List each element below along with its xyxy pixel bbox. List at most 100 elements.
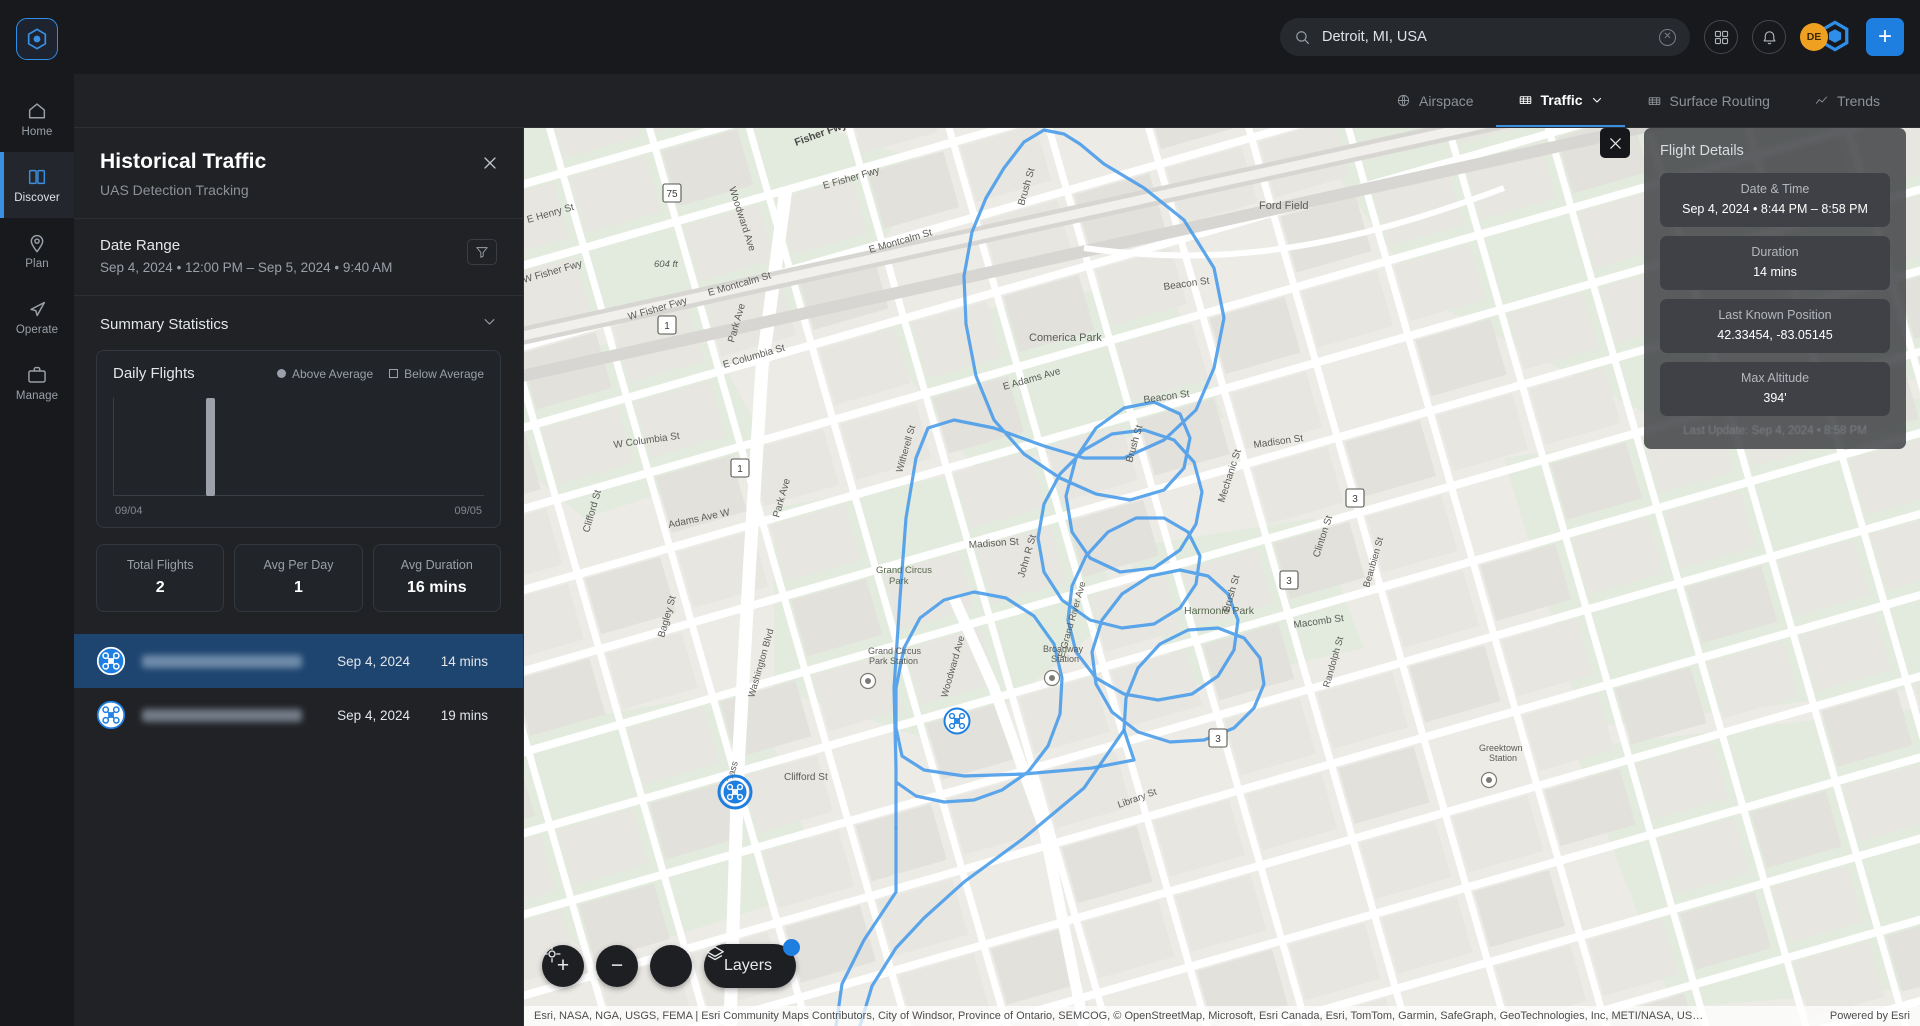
notifications-button[interactable] bbox=[1752, 20, 1786, 54]
book-open-icon bbox=[26, 166, 48, 188]
panel-subtitle: UAS Detection Tracking bbox=[100, 182, 249, 198]
filter-button[interactable] bbox=[467, 239, 497, 265]
drone-icon bbox=[96, 646, 126, 676]
map-label: Grand Circus bbox=[868, 646, 922, 656]
app-root: Home Discover Plan Operate Manage ✕ bbox=[0, 0, 1920, 1026]
chart-x-tick-label: 09/05 bbox=[454, 505, 482, 517]
home-icon bbox=[26, 100, 48, 122]
sidebar-item-manage[interactable]: Manage bbox=[0, 350, 74, 416]
route-shield: 1 bbox=[730, 458, 750, 478]
apps-grid-button[interactable] bbox=[1704, 20, 1738, 54]
chart-x-axis bbox=[113, 495, 484, 496]
transit-station-marker bbox=[859, 672, 877, 690]
chart-bar bbox=[205, 398, 215, 496]
sidebar-item-label: Plan bbox=[25, 258, 49, 270]
locate-button[interactable] bbox=[543, 945, 692, 987]
last-update-text: Last Update: Sep 4, 2024 • 8:58 PM bbox=[1683, 425, 1867, 437]
flight-details-panel: Flight Details Date & Time Sep 4, 2024 • … bbox=[1600, 128, 1906, 449]
close-panel-button[interactable] bbox=[479, 152, 501, 174]
chart-x-tick-label: 09/04 bbox=[115, 505, 143, 517]
date-range-label: Date Range bbox=[100, 237, 181, 254]
tab-traffic[interactable]: Traffic bbox=[1495, 74, 1625, 127]
add-button[interactable]: + bbox=[1866, 18, 1904, 56]
tab-trends[interactable]: Trends bbox=[1792, 74, 1902, 127]
route-shield: 3 bbox=[1345, 488, 1365, 508]
detail-value: 394' bbox=[1763, 391, 1787, 405]
top-bar: ✕ DE + bbox=[74, 0, 1920, 74]
flight-date: Sep 4, 2024 bbox=[337, 653, 410, 669]
map-controls: + − Layers bbox=[542, 939, 801, 988]
attribution-powered-by: Powered by Esri bbox=[1829, 1010, 1910, 1022]
flight-list: Sep 4, 2024 14 mins Sep 4, 2024 19 mins bbox=[74, 634, 523, 742]
stat-label: Avg Duration bbox=[400, 558, 473, 572]
detail-value: Sep 4, 2024 • 8:44 PM – 8:58 PM bbox=[1682, 202, 1868, 216]
map-attribution: Esri, NASA, NGA, USGS, FEMA | Esri Commu… bbox=[524, 1006, 1920, 1026]
map-label: Ford Field bbox=[1259, 200, 1309, 212]
date-range-value: Sep 4, 2024 • 12:00 PM – Sep 5, 2024 • 9… bbox=[100, 260, 393, 275]
chart-header: Daily Flights Above Average Below Averag… bbox=[113, 365, 484, 382]
close-icon bbox=[1609, 137, 1621, 149]
map-label: Park bbox=[889, 576, 909, 587]
detail-label: Max Altitude bbox=[1740, 371, 1810, 385]
sidebar-item-operate[interactable]: Operate bbox=[0, 284, 74, 350]
tab-surface-routing[interactable]: Surface Routing bbox=[1625, 74, 1792, 127]
svg-text:1: 1 bbox=[737, 464, 743, 475]
list-item[interactable]: Sep 4, 2024 19 mins bbox=[74, 688, 523, 742]
crosshair-icon bbox=[543, 945, 561, 963]
paper-plane-icon bbox=[26, 298, 48, 320]
sidebar-item-label: Home bbox=[21, 126, 53, 138]
avatar[interactable]: DE bbox=[1800, 19, 1852, 55]
map-label: Harmonie Park bbox=[1184, 605, 1255, 617]
stat-label: Total Flights bbox=[126, 558, 194, 572]
drone-endpoint-marker[interactable] bbox=[717, 774, 753, 810]
stat-label: Avg Per Day bbox=[263, 558, 334, 572]
drone-icon bbox=[96, 700, 126, 730]
flight-name-redacted bbox=[142, 708, 302, 722]
summary-statistics-title: Summary Statistics bbox=[100, 315, 229, 333]
clear-search-icon[interactable]: ✕ bbox=[1659, 28, 1676, 46]
layers-active-badge bbox=[783, 939, 801, 956]
layers-stack-icon bbox=[706, 946, 724, 961]
zoom-out-button[interactable]: − bbox=[596, 945, 638, 987]
summary-statistics-toggle[interactable]: Summary Statistics bbox=[74, 296, 523, 344]
briefcase-icon bbox=[26, 364, 48, 386]
sidebar-item-plan[interactable]: Plan bbox=[0, 218, 74, 284]
legend-above-average: Above Average bbox=[276, 367, 373, 381]
sidebar-item-discover[interactable]: Discover bbox=[0, 152, 74, 218]
surface-routing-icon bbox=[1648, 97, 1660, 106]
detail-label: Last Known Position bbox=[1718, 308, 1832, 322]
svg-text:3: 3 bbox=[1215, 734, 1221, 745]
layers-button[interactable]: Layers bbox=[704, 939, 801, 988]
map-label: Greektown bbox=[1479, 743, 1523, 753]
flight-duration: 19 mins bbox=[440, 707, 488, 723]
layers-label: Layers bbox=[724, 957, 773, 974]
detail-card: Duration 14 mins bbox=[1660, 236, 1890, 290]
avatar-initials: DE bbox=[1800, 23, 1828, 51]
panel-header: Historical Traffic UAS Detection Trackin… bbox=[74, 128, 523, 219]
route-shield: 3 bbox=[1208, 728, 1228, 748]
search-input[interactable] bbox=[1322, 29, 1648, 45]
detail-card: Date & Time Sep 4, 2024 • 8:44 PM – 8:58 … bbox=[1660, 173, 1890, 227]
tab-airspace[interactable]: Airspace bbox=[1374, 74, 1495, 127]
sidebar-item-home[interactable]: Home bbox=[0, 86, 74, 152]
svg-text:3: 3 bbox=[1286, 576, 1292, 587]
page-title: Historical Traffic bbox=[100, 150, 267, 173]
flight-details-title: Flight Details bbox=[1660, 143, 1744, 159]
map-label: Clifford St bbox=[784, 772, 828, 783]
detail-label: Duration bbox=[1751, 245, 1799, 259]
map-label: Comerica Park bbox=[1029, 332, 1102, 344]
app-logo[interactable] bbox=[16, 18, 58, 60]
chart-x-tick-labels: 09/04 09/05 bbox=[113, 505, 484, 517]
close-details-button[interactable] bbox=[1600, 128, 1630, 158]
map-pin-icon bbox=[26, 232, 48, 254]
route-shield: 3 bbox=[1279, 570, 1299, 590]
tab-label: Trends bbox=[1836, 92, 1880, 109]
drone-waypoint-marker[interactable] bbox=[943, 707, 971, 735]
date-range-section: Date Range Sep 4, 2024 • 12:00 PM – Sep … bbox=[74, 219, 523, 296]
svg-text:75: 75 bbox=[666, 189, 678, 200]
stat-value: 1 bbox=[294, 579, 303, 596]
list-item[interactable]: Sep 4, 2024 14 mins bbox=[74, 634, 523, 688]
search-box[interactable]: ✕ bbox=[1280, 18, 1690, 56]
route-shield: 75 bbox=[662, 183, 682, 203]
stat-value: 2 bbox=[155, 579, 165, 596]
